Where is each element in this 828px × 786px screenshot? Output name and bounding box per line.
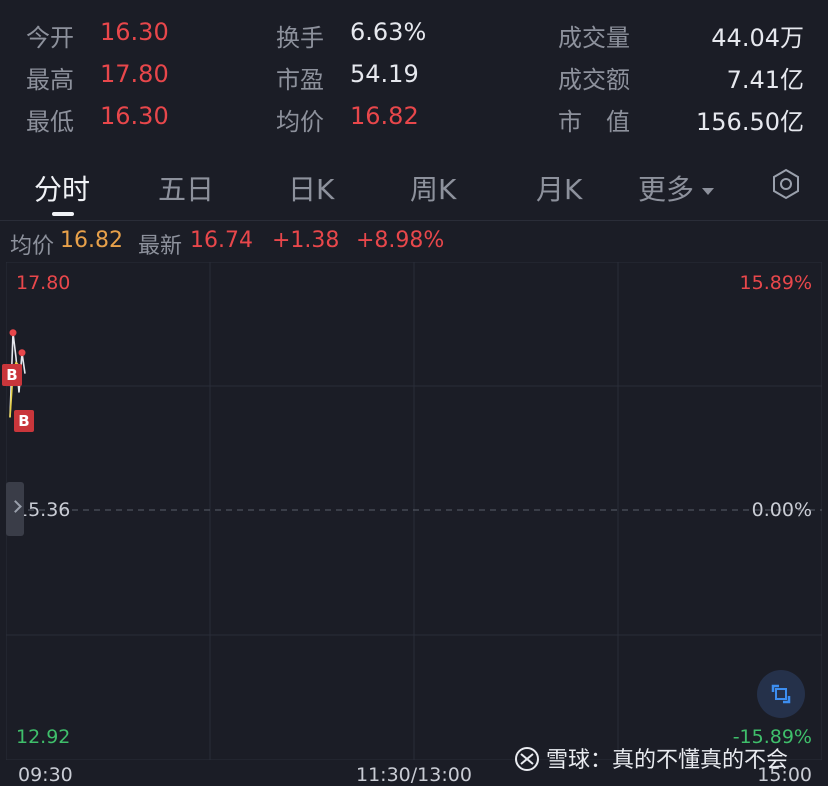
- chevron-down-icon: [702, 187, 715, 195]
- stats-panel: 今开 16.30 最高 17.80 最低 16.30 换手 6.63% 市盈 5…: [0, 0, 828, 150]
- stat-label-turnover: 换手: [276, 24, 324, 52]
- expand-handle[interactable]: [6, 482, 24, 536]
- stat-label-avg: 均价: [276, 108, 324, 136]
- price-change: +1.38: [272, 228, 340, 253]
- tab-daily-k[interactable]: 日K: [288, 168, 334, 208]
- tab-more-label: 更多: [638, 173, 695, 206]
- x-label-midday: 11:30/13:00: [356, 764, 472, 786]
- buy-marker[interactable]: B: [14, 410, 34, 432]
- stat-label-mktcap: 市 值: [558, 108, 630, 136]
- intraday-chart[interactable]: [6, 262, 822, 760]
- quote-bar: 均价 16.82 最新 16.74 +1.38 +8.98%: [0, 222, 828, 260]
- tab-intraday[interactable]: 分时: [34, 168, 90, 208]
- avg-price-label: 均价: [10, 234, 55, 259]
- fullscreen-icon: [771, 684, 791, 704]
- price-change-pct: +8.98%: [356, 228, 445, 253]
- latest-price-label: 最新: [138, 234, 183, 259]
- y-right-mid-label: 0.00%: [751, 499, 812, 521]
- stat-label-high: 最高: [26, 66, 74, 94]
- stat-value-avg: 16.82: [350, 102, 419, 130]
- fullscreen-button[interactable]: [757, 670, 805, 718]
- stat-value-mktcap: 156.50亿: [696, 108, 804, 136]
- watermark-text: 雪球：真的不懂真的不会: [546, 748, 789, 773]
- xueqiu-logo-icon: [515, 747, 539, 771]
- tab-monthly-k[interactable]: 月K: [536, 168, 582, 208]
- period-tabs: 分时 五日 日K 周K 月K 更多: [0, 150, 828, 221]
- stat-value-volume: 44.04万: [711, 24, 804, 52]
- stat-label-low: 最低: [26, 108, 74, 136]
- stat-value-turnover: 6.63%: [350, 18, 427, 46]
- trade-point: [18, 349, 26, 357]
- stat-label-pe: 市盈: [276, 66, 324, 94]
- tab-five-day[interactable]: 五日: [158, 168, 214, 208]
- tab-weekly-k[interactable]: 周K: [410, 168, 456, 208]
- stat-label-amount: 成交额: [558, 66, 630, 94]
- y-left-top-label: 17.80: [16, 272, 71, 294]
- stat-label-volume: 成交量: [558, 24, 630, 52]
- y-left-bottom-label: 12.92: [16, 726, 71, 748]
- watermark: 雪球：真的不懂真的不会: [514, 742, 788, 774]
- tab-more[interactable]: 更多: [638, 168, 715, 208]
- stat-value-amount: 7.41亿: [726, 66, 804, 94]
- settings-icon[interactable]: [770, 168, 802, 200]
- stat-value-pe: 54.19: [350, 60, 419, 88]
- y-left-mid-label: 15.36: [16, 499, 71, 521]
- active-tab-indicator: [52, 212, 74, 216]
- trade-point: [9, 329, 17, 337]
- stat-value-high: 17.80: [100, 60, 169, 88]
- buy-marker[interactable]: B: [2, 364, 22, 386]
- avg-price-value: 16.82: [60, 228, 123, 253]
- y-right-top-label: 15.89%: [739, 272, 812, 294]
- stat-value-open: 16.30: [100, 18, 169, 46]
- stat-value-low: 16.30: [100, 102, 169, 130]
- stat-label-open: 今开: [26, 24, 74, 52]
- latest-price-value: 16.74: [190, 228, 253, 253]
- x-label-open: 09:30: [18, 764, 73, 786]
